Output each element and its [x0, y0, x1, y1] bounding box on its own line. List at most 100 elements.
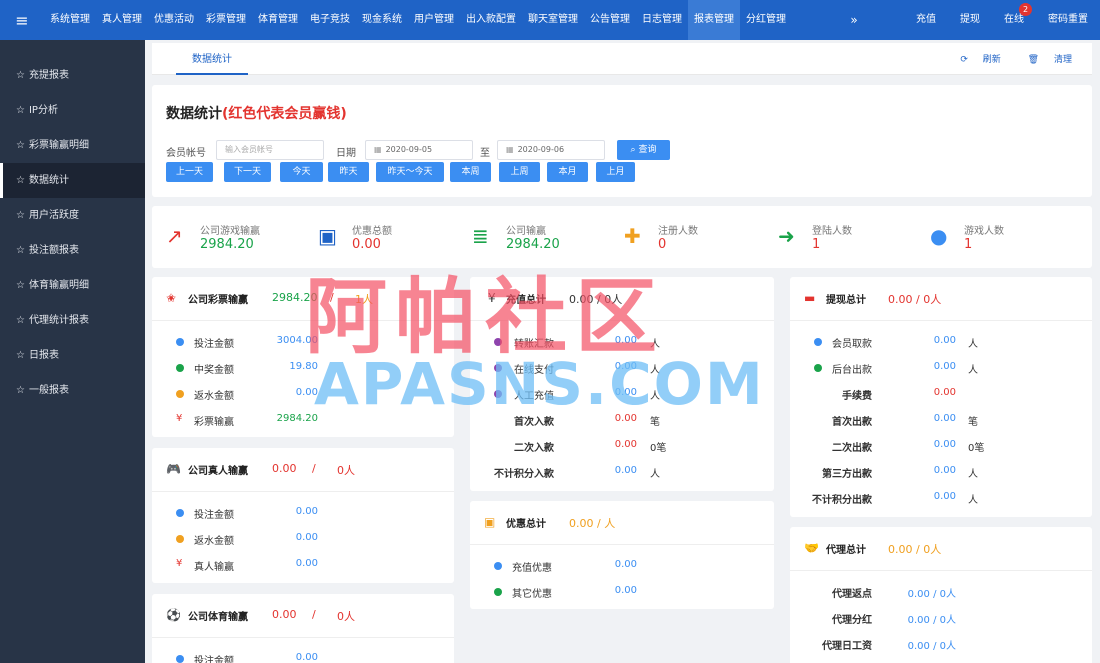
- stat-row: 其它优惠 0.00: [470, 583, 774, 603]
- quick-date-button[interactable]: 昨天: [328, 162, 369, 182]
- quick-date-button[interactable]: 上月: [596, 162, 635, 182]
- row-unit: 人: [968, 365, 978, 376]
- card-header: 🎮 公司真人输赢 0.00 / 0人: [152, 448, 454, 492]
- sidebar-item[interactable]: ☆ 投注额报表: [0, 233, 145, 268]
- sidebar-item[interactable]: ☆ IP分析: [0, 93, 145, 128]
- stat-row: 代理返点 0.00 / 0人: [790, 583, 1092, 603]
- row-label: 首次入款: [514, 417, 554, 428]
- promo-card: ▣ 优惠总计 0.00 / 人 充值优惠 0.00 其它优惠 0.00: [470, 501, 774, 609]
- deposit-card: ¥ 充值总计 0.00 / 0人 转账汇款 0.00 人在线支付 0.00 人人工充值 0…: [470, 277, 774, 491]
- row-unit: 0笔: [650, 443, 667, 454]
- nav-item[interactable]: 报表管理: [688, 0, 740, 40]
- top-navbar: ≡ 系统管理 真人管理 优惠活动 彩票管理 体育管理 电子竞技 现金系统 用户管理 出入款配置聊…: [0, 0, 1100, 40]
- sidebar-item-label: 数据统计: [28, 175, 69, 186]
- row-label: 第三方出款: [822, 469, 872, 480]
- star-icon: ☆: [16, 245, 25, 256]
- nav-item[interactable]: 日志管理: [636, 0, 688, 40]
- sidebar-item[interactable]: ☆ 用户活跃度: [0, 198, 145, 233]
- nav-item[interactable]: 体育管理: [252, 0, 304, 40]
- stat-row: 代理日工资 0.00 / 0人: [790, 635, 1092, 655]
- quick-date-button[interactable]: 昨天～今天: [376, 162, 444, 182]
- tab-data-stats[interactable]: 数据统计: [176, 43, 248, 75]
- online-label: 在线: [1004, 14, 1024, 25]
- query-button[interactable]: ⌕ 查询: [617, 140, 670, 160]
- card-value: 0.00 / 人: [569, 517, 616, 530]
- refresh-button[interactable]: ⟳ 刷新: [948, 55, 1000, 65]
- stat-label: 公司游戏输赢: [200, 226, 260, 237]
- nav-item[interactable]: 现金系统: [356, 0, 408, 40]
- sidebar-item[interactable]: ☆ 彩票输赢明细: [0, 128, 145, 163]
- nav-item[interactable]: 分红管理: [740, 0, 792, 40]
- row-label: 投注金额: [194, 510, 234, 521]
- page-title-note: (红色代表会员赢钱): [222, 106, 347, 122]
- sidebar-item[interactable]: ☆ 体育输赢明细: [0, 268, 145, 303]
- quick-date-button[interactable]: 下一天: [224, 162, 271, 182]
- nav-item[interactable]: 系统管理: [44, 0, 96, 40]
- stat-value: 2984.20: [200, 237, 254, 252]
- row-label: 代理分红: [832, 615, 872, 626]
- row-value: 3004.00: [276, 335, 318, 346]
- calendar-icon: ▦: [374, 145, 382, 154]
- stat-row: 投注金额 3004.00: [152, 333, 454, 353]
- yen-icon: ¥: [488, 291, 496, 305]
- quick-date-button[interactable]: 本周: [450, 162, 491, 182]
- row-label: 不计积分入款: [494, 469, 554, 480]
- stat-row: 后台出款 0.00 人: [790, 359, 1092, 379]
- stat-row: 在线支付 0.00 人: [470, 359, 774, 379]
- stat-row: 返水金额 0.00: [152, 530, 454, 550]
- nav-item[interactable]: 彩票管理: [200, 0, 252, 40]
- nav-item[interactable]: 用户管理: [408, 0, 460, 40]
- date-from-input[interactable]: ▦ 2020-09-05: [365, 140, 473, 160]
- sidebar-item[interactable]: ☆ 一般报表: [0, 373, 145, 408]
- money-bill-icon: ▣: [318, 224, 337, 248]
- date-to-input[interactable]: ▦ 2020-09-06: [497, 140, 605, 160]
- nav-item[interactable]: 电子竞技: [304, 0, 356, 40]
- sidebar-item[interactable]: ☆ 代理统计报表: [0, 303, 145, 338]
- dot-icon: [494, 364, 502, 372]
- yen-icon: ¥: [176, 558, 183, 569]
- stat-label: 优惠总额: [352, 226, 392, 237]
- withdraw-link[interactable]: 提现: [948, 0, 992, 40]
- quick-date-button[interactable]: 今天: [280, 162, 323, 182]
- quick-date-button[interactable]: 上一天: [166, 162, 213, 182]
- nav-item[interactable]: 优惠活动: [148, 0, 200, 40]
- stat-row: 人工充值 0.00 人: [470, 385, 774, 405]
- account-input[interactable]: 输入会员帐号: [216, 140, 324, 160]
- card-people: 0人: [337, 464, 355, 477]
- sidebar-item[interactable]: ☆ 充提报表: [0, 58, 145, 93]
- menu-toggle-icon[interactable]: ≡: [0, 11, 44, 30]
- online-link[interactable]: 在线 2: [992, 0, 1036, 40]
- filter-panel: 数据统计(红色代表会员赢钱) 会员帐号 输入会员帐号 日期 ▦ 2020-09-0…: [152, 85, 1092, 197]
- dot-icon: [494, 588, 502, 596]
- quick-date-button[interactable]: 上周: [499, 162, 540, 182]
- sidebar-item-label: 投注额报表: [28, 245, 79, 256]
- sidebar-item[interactable]: ☆ 数据统计: [0, 163, 145, 198]
- sign-in-icon: ➜: [778, 224, 795, 248]
- row-value: 0.00: [295, 532, 318, 543]
- clear-button[interactable]: 🗑 清理: [1016, 55, 1072, 65]
- date-label: 日期: [336, 148, 356, 159]
- quick-date-button[interactable]: 本月: [547, 162, 588, 182]
- sidebar-item[interactable]: ☆ 日报表: [0, 338, 145, 373]
- nav-item[interactable]: 出入款配置: [460, 0, 522, 40]
- sidebar: ☆ 充提报表 ☆ IP分析 ☆ 彩票输赢明细 ☆ 数据统计 ☆ 用户活跃度 ☆ 投注额报表 ☆ 体育输赢明…: [0, 40, 145, 663]
- gamepad-icon: 🎮: [166, 462, 181, 476]
- star-icon: ☆: [16, 315, 25, 326]
- nav-more-icon[interactable]: »: [844, 13, 864, 27]
- recharge-link[interactable]: 充值: [904, 0, 948, 40]
- nav-item[interactable]: 公告管理: [584, 0, 636, 40]
- card-title: 公司体育输赢: [188, 612, 248, 623]
- dot-icon: [814, 338, 822, 346]
- date-from-value: 2020-09-05: [385, 145, 433, 154]
- star-icon: ☆: [16, 175, 25, 186]
- row-label: 投注金额: [194, 656, 234, 663]
- sidebar-item-label: 彩票输赢明细: [28, 140, 89, 151]
- reset-password-link[interactable]: 密码重置: [1036, 0, 1100, 40]
- nav-item[interactable]: 真人管理: [96, 0, 148, 40]
- card-title: 公司彩票输赢: [188, 295, 248, 306]
- credit-card-icon: ▬: [804, 291, 816, 305]
- summary-stats: ↗ 公司游戏输赢 2984.20 ▣ 优惠总额 0.00 ≣ 公司输赢 2984.20 ✚ 注册人数…: [152, 206, 1092, 268]
- stat-row: 二次出款 0.00 0笔: [790, 437, 1092, 457]
- clear-label: 清理: [1053, 55, 1072, 65]
- nav-item[interactable]: 聊天室管理: [522, 0, 584, 40]
